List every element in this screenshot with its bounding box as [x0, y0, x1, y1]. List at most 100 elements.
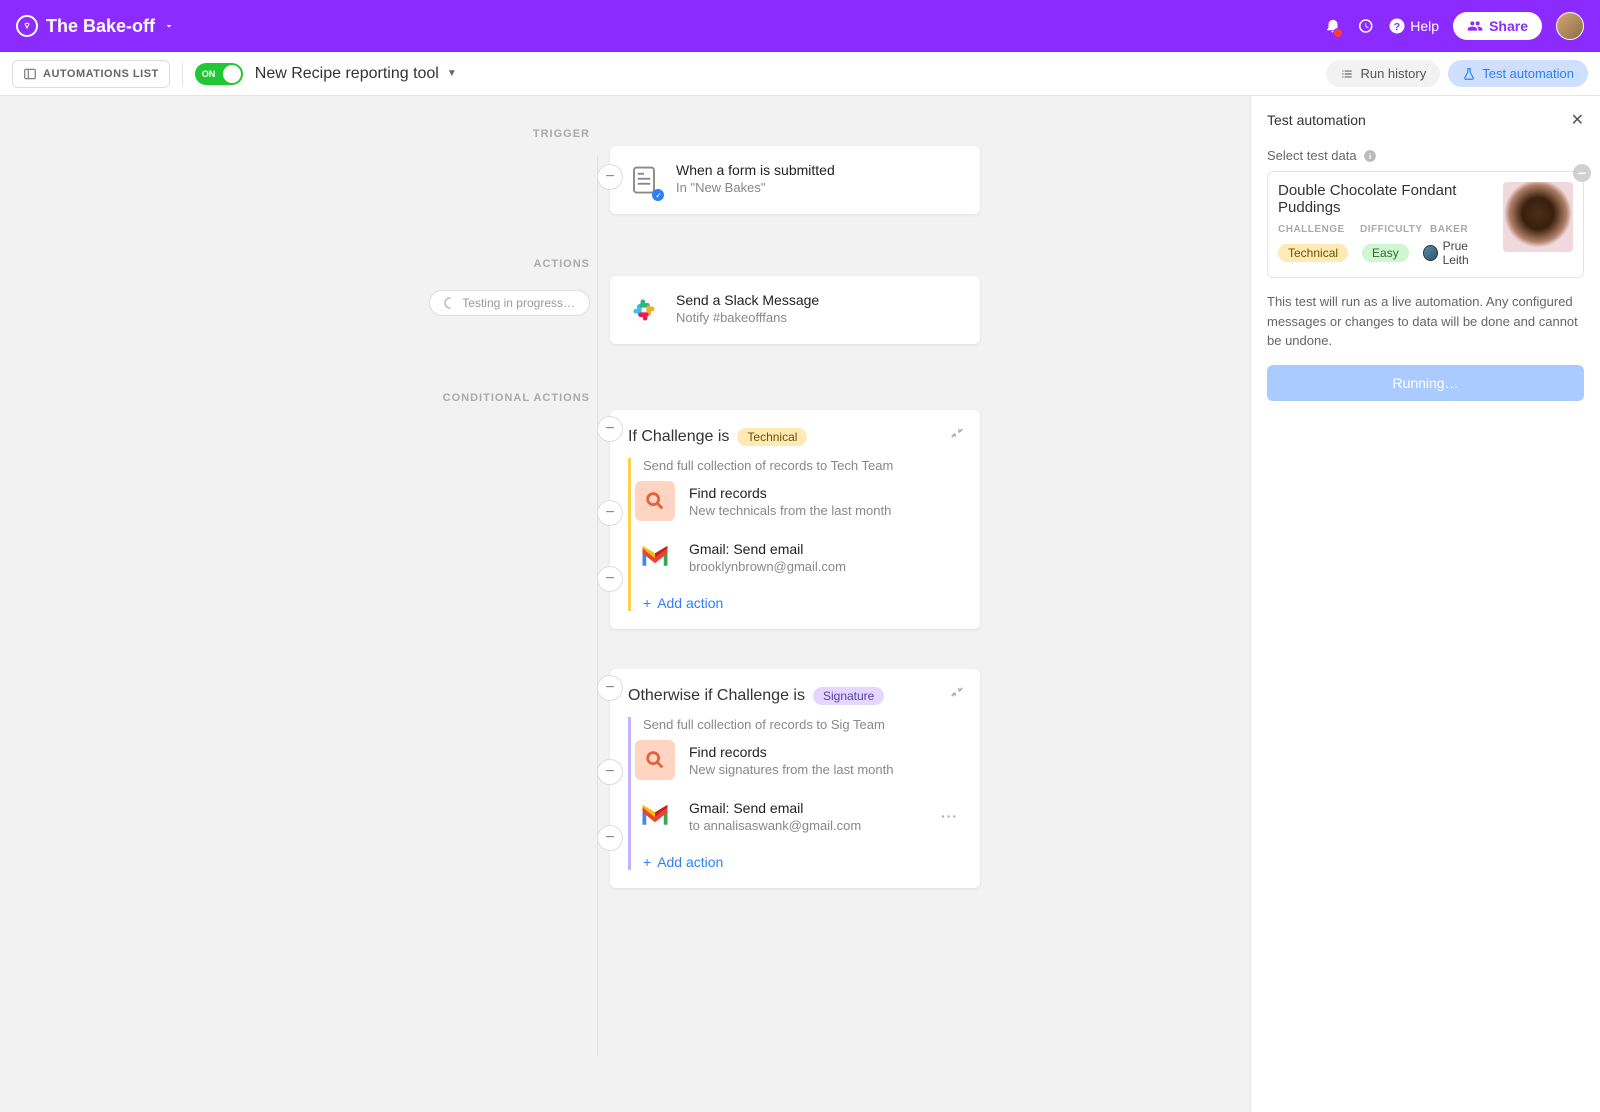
- record-title: Double Chocolate Fondant Puddings: [1278, 182, 1493, 216]
- conditional-group-1[interactable]: If Challenge is Technical Send full coll…: [610, 410, 980, 629]
- testing-badge-text: Testing in progress…: [462, 296, 575, 310]
- panel-title: Test automation: [1267, 112, 1366, 128]
- slack-action-card[interactable]: Send a Slack Message Notify #bakeofffans: [610, 276, 980, 344]
- add-action-button[interactable]: + Add action: [635, 854, 962, 870]
- collapse-node[interactable]: −: [597, 675, 623, 701]
- toggle-on-label: ON: [202, 69, 216, 79]
- help-icon: ?: [1388, 17, 1406, 35]
- collapse-node[interactable]: −: [597, 566, 623, 592]
- history-icon[interactable]: [1356, 17, 1374, 35]
- run-history-button[interactable]: Run history: [1326, 60, 1440, 87]
- collapse-node[interactable]: −: [597, 164, 623, 190]
- plus-icon: +: [643, 854, 651, 870]
- compass-icon: [16, 15, 38, 37]
- share-label: Share: [1489, 18, 1528, 34]
- add-action-label: Add action: [657, 854, 723, 870]
- bell-icon: [1324, 16, 1342, 34]
- test-automation-button[interactable]: Test automation: [1448, 60, 1588, 87]
- cond2-badge: Signature: [813, 687, 884, 705]
- trigger-title: When a form is submitted: [676, 162, 835, 178]
- cond1-action2-title: Gmail: Send email: [689, 541, 846, 557]
- cond1-action2-sub: brooklynbrown@gmail.com: [689, 559, 846, 574]
- gmail-icon: [635, 796, 675, 836]
- automations-list-label: AUTOMATIONS LIST: [43, 68, 159, 80]
- test-panel: Test automation ✕ Select test data i − D…: [1250, 96, 1600, 1112]
- help-label: Help: [1410, 18, 1439, 34]
- add-action-label: Add action: [657, 595, 723, 611]
- svg-text:i: i: [1368, 151, 1370, 160]
- spinner-icon: [444, 297, 456, 309]
- collapse-node[interactable]: −: [597, 825, 623, 851]
- cond1-action1-title: Find records: [689, 485, 891, 501]
- automations-list-button[interactable]: AUTOMATIONS LIST: [12, 60, 170, 88]
- conditional-section-label: CONDITIONAL ACTIONS: [443, 392, 590, 404]
- divider: [182, 62, 183, 86]
- top-bar: The Bake-off ? Help Share: [0, 0, 1600, 52]
- automation-menu-caret[interactable]: ▼: [447, 68, 457, 79]
- slack-action-title: Send a Slack Message: [676, 292, 819, 308]
- collapse-node[interactable]: −: [597, 416, 623, 442]
- running-button: Running…: [1267, 365, 1584, 401]
- challenge-value: Technical: [1278, 244, 1348, 262]
- baker-value: Prue Leith: [1423, 239, 1493, 267]
- people-icon: [1467, 18, 1483, 34]
- sidebar-icon: [23, 67, 37, 81]
- trigger-section-label: TRIGGER: [533, 128, 590, 140]
- collapse-icon[interactable]: [950, 685, 964, 699]
- cond1-description: Send full collection of records to Tech …: [635, 458, 962, 473]
- cond2-description: Send full collection of records to Sig T…: [635, 717, 962, 732]
- run-history-label: Run history: [1360, 66, 1426, 81]
- base-title-text: The Bake-off: [46, 16, 155, 37]
- record-thumbnail: [1503, 182, 1573, 252]
- collapse-node[interactable]: −: [597, 500, 623, 526]
- toggle-knob: [223, 65, 241, 83]
- baker-avatar: [1423, 245, 1438, 261]
- chevron-down-icon: [163, 20, 175, 32]
- notifications-button[interactable]: [1324, 16, 1342, 37]
- find-icon: [635, 481, 675, 521]
- test-warning-text: This test will run as a live automation.…: [1267, 292, 1584, 351]
- flask-icon: [1462, 67, 1476, 81]
- help-button[interactable]: ? Help: [1388, 17, 1439, 35]
- testing-badge: Testing in progress…: [429, 290, 590, 316]
- user-avatar[interactable]: [1556, 12, 1584, 40]
- share-button[interactable]: Share: [1453, 12, 1542, 40]
- info-icon[interactable]: i: [1363, 149, 1377, 163]
- more-icon[interactable]: ···: [941, 808, 958, 824]
- difficulty-value: Easy: [1362, 244, 1409, 262]
- cond1-prefix: If Challenge is: [628, 428, 729, 446]
- cond2-prefix: Otherwise if Challenge is: [628, 687, 805, 705]
- cond2-action1-sub: New signatures from the last month: [689, 762, 893, 777]
- remove-record-button[interactable]: −: [1573, 164, 1591, 182]
- automation-name[interactable]: New Recipe reporting tool: [255, 65, 439, 83]
- cond1-action1-sub: New technicals from the last month: [689, 503, 891, 518]
- find-icon: [635, 740, 675, 780]
- cond2-action1-title: Find records: [689, 744, 893, 760]
- test-automation-label: Test automation: [1482, 66, 1574, 81]
- automation-toolbar: AUTOMATIONS LIST ON New Recipe reporting…: [0, 52, 1600, 96]
- actions-section-label: ACTIONS: [534, 258, 591, 270]
- list-icon: [1340, 67, 1354, 81]
- collapse-icon[interactable]: [950, 426, 964, 440]
- select-test-data-label: Select test data i: [1267, 148, 1584, 163]
- collapse-node[interactable]: −: [597, 759, 623, 785]
- form-icon: [626, 162, 662, 198]
- slack-icon: [626, 292, 662, 328]
- add-action-button[interactable]: + Add action: [635, 595, 962, 611]
- field-labels: CHALLENGE DIFFICULTY BAKER: [1278, 224, 1493, 235]
- base-title-dropdown[interactable]: The Bake-off: [16, 15, 175, 37]
- test-record-card[interactable]: − Double Chocolate Fondant Puddings CHAL…: [1267, 171, 1584, 278]
- cond2-action2-title: Gmail: Send email: [689, 800, 861, 816]
- slack-action-subtitle: Notify #bakeofffans: [676, 310, 819, 325]
- cond2-action2-sub: to annalisaswank@gmail.com: [689, 818, 861, 833]
- gmail-icon: [635, 537, 675, 577]
- trigger-card[interactable]: When a form is submitted In "New Bakes": [610, 146, 980, 214]
- cond1-badge: Technical: [737, 428, 807, 446]
- conditional-group-2[interactable]: Otherwise if Challenge is Signature Send…: [610, 669, 980, 888]
- automation-toggle[interactable]: ON: [195, 63, 243, 85]
- close-panel-button[interactable]: ✕: [1571, 110, 1584, 130]
- automation-canvas: TRIGGER − When a form is submitted: [0, 96, 1250, 1112]
- plus-icon: +: [643, 595, 651, 611]
- svg-text:?: ?: [1394, 21, 1400, 33]
- trigger-subtitle: In "New Bakes": [676, 180, 835, 195]
